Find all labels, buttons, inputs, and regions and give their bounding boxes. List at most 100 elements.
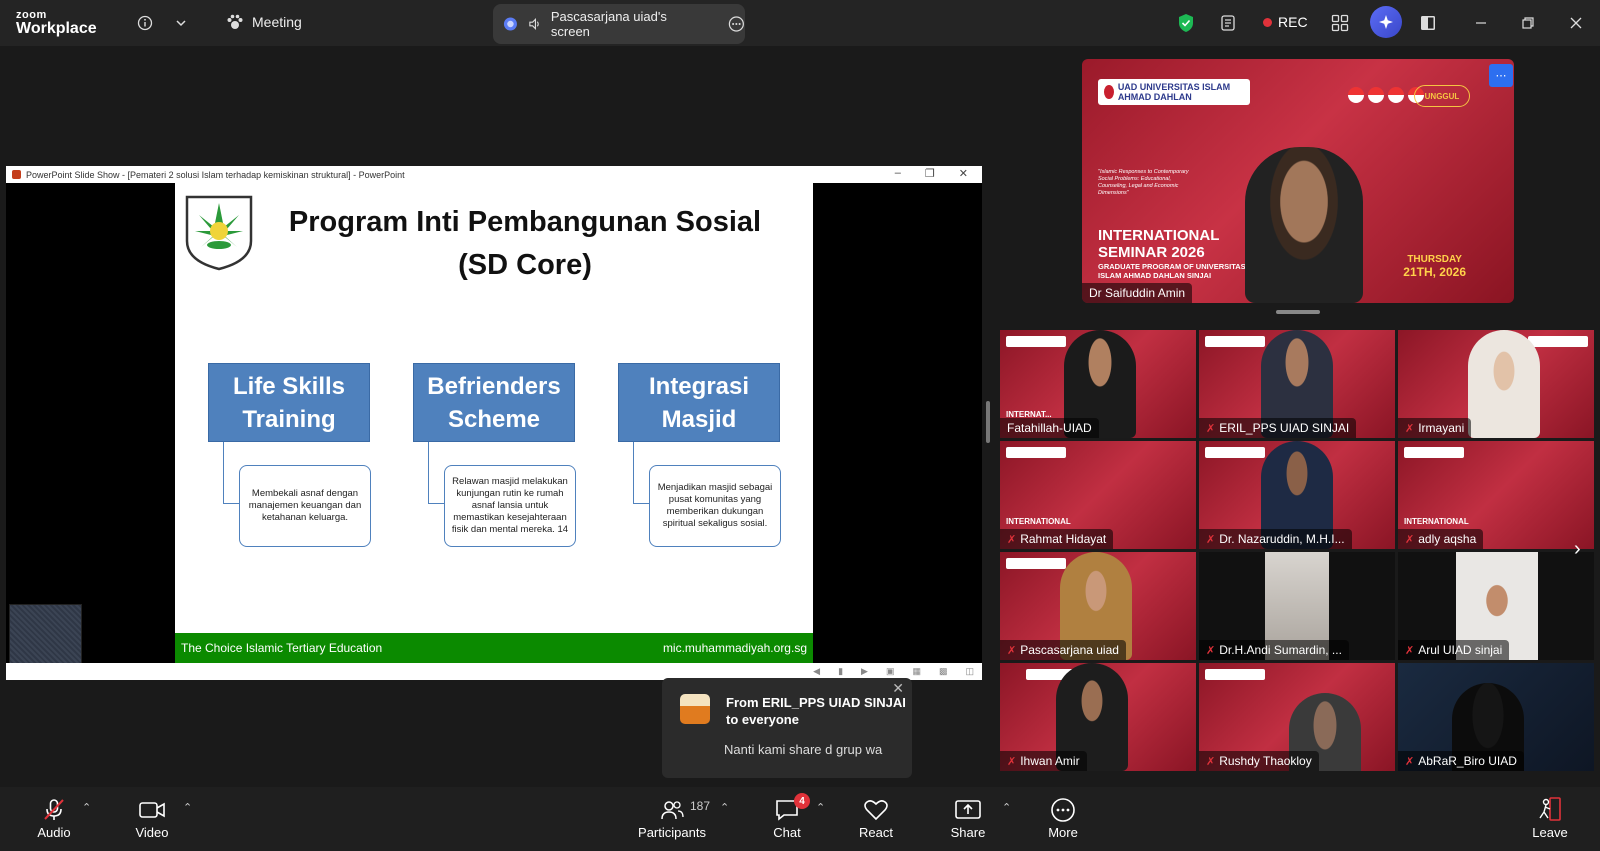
participant-name-label: ✗ Pascasarjana uiad bbox=[1000, 640, 1126, 660]
participant-tile[interactable]: ✗ Dr.H.Andi Sumardin, ... bbox=[1199, 552, 1395, 660]
more-label: More bbox=[1048, 825, 1078, 840]
connector bbox=[428, 442, 444, 504]
participant-tile[interactable]: INTERNATIONAL ✗ Rahmat Hidayat bbox=[1000, 441, 1196, 549]
restore-icon[interactable] bbox=[1517, 12, 1539, 34]
minimize-icon[interactable] bbox=[1470, 12, 1492, 34]
box-integrasi-desc: Menjadikan masjid sebagai pusat komunita… bbox=[649, 465, 781, 547]
meeting-menu[interactable]: Meeting bbox=[226, 14, 302, 30]
seminar-subtitle-line2: ISLAM AHMAD DAHLAN SINJAI bbox=[1098, 271, 1212, 280]
prev-slide-icon[interactable]: ◀ bbox=[813, 666, 820, 677]
shield-icon[interactable] bbox=[1175, 12, 1197, 34]
share-options-caret-icon[interactable]: ⌃ bbox=[1002, 801, 1011, 814]
connector bbox=[633, 442, 649, 504]
audio-options-caret-icon[interactable]: ⌃ bbox=[82, 801, 91, 814]
more-button[interactable]: More bbox=[1047, 795, 1079, 840]
audio-label: Audio bbox=[37, 825, 71, 840]
participant-name: Pascasarjana uiad bbox=[1020, 643, 1119, 657]
banner-logo bbox=[1006, 336, 1066, 347]
video-options-caret-icon[interactable]: ⌃ bbox=[183, 801, 192, 814]
more-options-icon[interactable] bbox=[728, 15, 745, 33]
participant-tile[interactable]: ✗ Pascasarjana uiad bbox=[1000, 552, 1196, 660]
speaker-icon bbox=[529, 18, 539, 30]
chat-button[interactable]: 4 Chat bbox=[770, 793, 810, 840]
close-notification-icon[interactable]: ✕ bbox=[892, 680, 904, 697]
ai-companion-icon[interactable] bbox=[1370, 6, 1402, 38]
box-desc-text: Menjadikan masjid sebagai pusat komunita… bbox=[657, 482, 773, 529]
record-dot-icon bbox=[1263, 17, 1272, 27]
react-button[interactable]: React bbox=[858, 795, 894, 840]
chat-notification[interactable]: From ERIL_PPS UIAD SINJAI to everyone Na… bbox=[662, 678, 912, 778]
mic-off-icon: ✗ bbox=[1405, 755, 1415, 768]
participants-button[interactable]: 187 Participants bbox=[636, 795, 710, 840]
seminar-title-line2: SEMINAR 2026 bbox=[1098, 244, 1205, 261]
box-heading-line2: Masjid bbox=[661, 406, 737, 433]
seminar-subtitle-line1: GRADUATE PROGRAM OF UNIVERSITAS bbox=[1098, 262, 1246, 271]
panel-splitter[interactable] bbox=[986, 401, 990, 443]
participant-tile[interactable]: INTERNATIONAL ✗ adly aqsha bbox=[1398, 441, 1594, 549]
participant-name-label: ✗ Dr. Nazaruddin, M.H.I... bbox=[1199, 529, 1352, 549]
chat-options-caret-icon[interactable]: ⌃ bbox=[816, 801, 825, 814]
ppt-close-icon[interactable]: ✕ bbox=[959, 167, 968, 180]
seminar-mark: INTERNATIONAL bbox=[1404, 517, 1469, 526]
mic-off-icon: ✗ bbox=[1405, 644, 1415, 657]
gallery-view-icon[interactable] bbox=[1329, 12, 1351, 34]
mic-off-icon: ✗ bbox=[1007, 755, 1017, 768]
participant-tile[interactable]: ✗ ERIL_PPS UIAD SINJAI bbox=[1199, 330, 1395, 438]
participant-tile[interactable]: ✗ AbRaR_Biro UIAD bbox=[1398, 663, 1594, 771]
participant-name: ERIL_PPS UIAD SINJAI bbox=[1219, 421, 1350, 435]
flag-icon bbox=[1388, 87, 1404, 103]
participant-tile[interactable]: ✗ Ihwan Amir bbox=[1000, 663, 1196, 771]
participant-name-label: ✗ Rahmat Hidayat bbox=[1000, 529, 1114, 549]
box-life-skills-desc: Membekali asnaf dengan manajemen keuanga… bbox=[239, 465, 371, 547]
participant-tile[interactable]: ✗ Dr. Nazaruddin, M.H.I... bbox=[1199, 441, 1395, 549]
box-heading-line2: Scheme bbox=[447, 406, 541, 433]
ppt-minimize-icon[interactable]: – bbox=[895, 167, 901, 180]
share-button[interactable]: Share bbox=[950, 795, 986, 840]
notes-icon[interactable] bbox=[1217, 12, 1239, 34]
slide-footer-left: The Choice Islamic Tertiary Education bbox=[181, 641, 383, 655]
banner-logo bbox=[1205, 669, 1265, 680]
slide-footer: The Choice Islamic Tertiary Education mi… bbox=[175, 633, 813, 663]
leave-button[interactable]: Leave bbox=[1531, 795, 1569, 840]
close-icon[interactable] bbox=[1565, 12, 1587, 34]
participant-name-label: ✗ Dr.H.Andi Sumardin, ... bbox=[1199, 640, 1349, 660]
normal-view-icon[interactable]: ▣ bbox=[886, 666, 895, 677]
video-options-icon[interactable]: ⋯ bbox=[1489, 64, 1513, 87]
video-button[interactable]: Video bbox=[134, 795, 170, 840]
participant-name: AbRaR_Biro UIAD bbox=[1418, 754, 1517, 768]
participant-tile[interactable]: ✗ Arul UIAD sinjai bbox=[1398, 552, 1594, 660]
info-icon[interactable] bbox=[134, 12, 156, 34]
flags bbox=[1348, 87, 1424, 103]
resize-handle[interactable] bbox=[1276, 310, 1320, 314]
screen-share-indicator[interactable]: Pascasarjana uiad's screen bbox=[493, 4, 745, 44]
recording-indicator[interactable]: REC bbox=[1263, 14, 1308, 30]
participant-tile[interactable]: INTERNAT... Fatahillah-UIAD bbox=[1000, 330, 1196, 438]
chat-unread-badge: 4 bbox=[794, 793, 810, 809]
slideshow-view-icon[interactable]: ◫ bbox=[965, 666, 974, 677]
box-desc-text: Membekali asnaf dengan manajemen keuanga… bbox=[248, 488, 362, 523]
participants-options-caret-icon[interactable]: ⌃ bbox=[720, 801, 729, 814]
audio-button[interactable]: Audio bbox=[36, 795, 72, 840]
participant-name: Fatahillah-UIAD bbox=[1007, 421, 1092, 435]
chevron-down-icon[interactable] bbox=[170, 12, 192, 34]
participant-tile[interactable]: ✗ Rushdy Thaokloy bbox=[1199, 663, 1395, 771]
ppt-window-title: PowerPoint Slide Show - [Pemateri 2 solu… bbox=[26, 169, 405, 180]
share-screen-icon bbox=[955, 800, 981, 819]
connector bbox=[223, 442, 239, 504]
mic-off-icon: ✗ bbox=[1405, 533, 1415, 546]
slide-sorter-icon[interactable]: ▦ bbox=[912, 666, 921, 677]
participant-tile[interactable]: ✗ Irmayani bbox=[1398, 330, 1594, 438]
ppt-restore-icon[interactable]: ❐ bbox=[925, 167, 935, 180]
reading-view-icon[interactable]: ▩ bbox=[939, 666, 948, 677]
mic-off-icon: ✗ bbox=[1206, 644, 1216, 657]
next-slide-icon[interactable]: ▶ bbox=[861, 666, 868, 677]
participant-name-label: ✗ Arul UIAD sinjai bbox=[1398, 640, 1510, 660]
next-page-icon[interactable]: › bbox=[1574, 538, 1581, 561]
apps-panel-icon[interactable] bbox=[1417, 12, 1439, 34]
participant-name-label: ✗ ERIL_PPS UIAD SINJAI bbox=[1199, 418, 1357, 438]
heart-icon bbox=[864, 800, 888, 821]
active-speaker-video[interactable]: UAD UNIVERSITAS ISLAM AHMAD DAHLAN UNGGU… bbox=[1082, 59, 1514, 303]
slide-nav-icon[interactable]: ▮ bbox=[838, 666, 843, 677]
mic-off-icon: ✗ bbox=[1206, 755, 1216, 768]
mic-off-icon: ✗ bbox=[1007, 533, 1017, 546]
